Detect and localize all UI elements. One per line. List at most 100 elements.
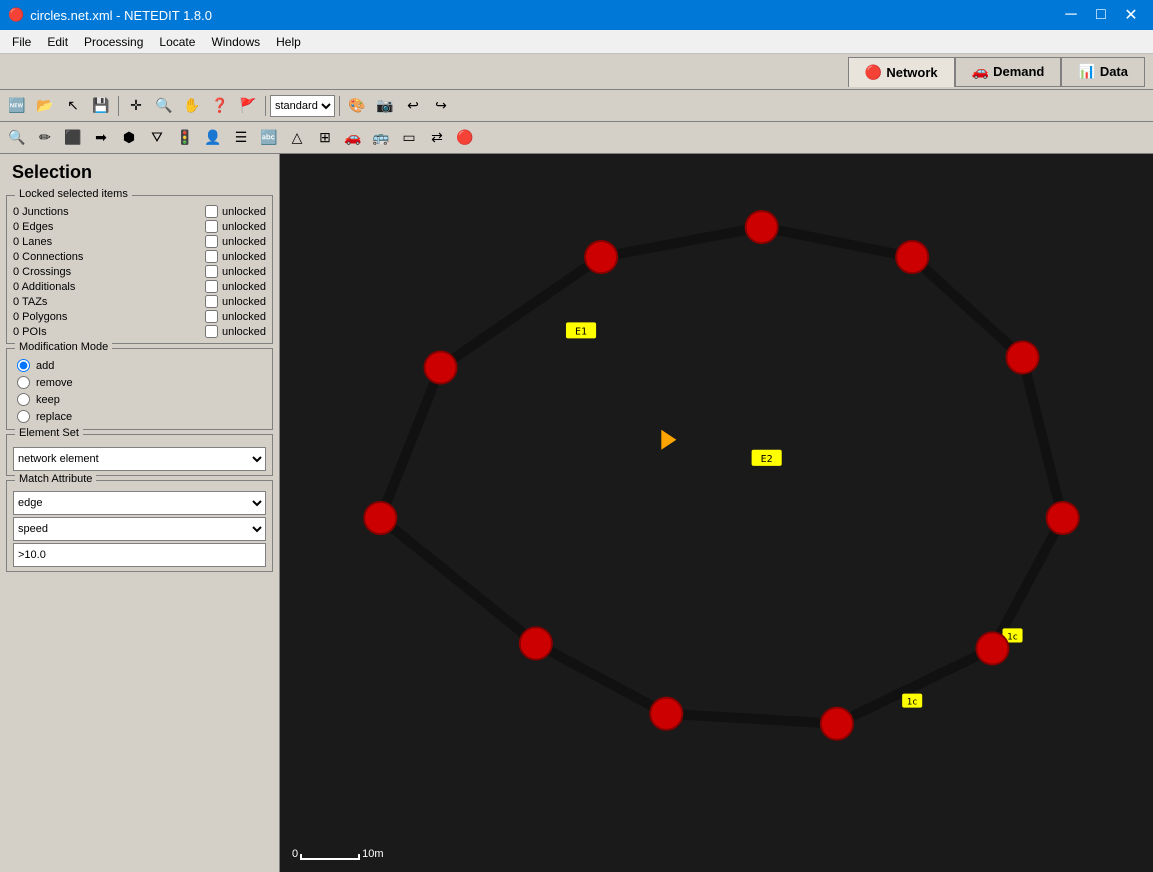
radio-replace-input[interactable]	[17, 410, 30, 423]
car-btn[interactable]: 🚗	[340, 125, 366, 151]
maximize-button[interactable]: □	[1087, 1, 1115, 29]
rect-btn[interactable]: ▭	[396, 125, 422, 151]
additional-unlock: unlocked	[222, 281, 266, 293]
menu-windows[interactable]: Windows	[203, 33, 268, 51]
minimize-button[interactable]: ─	[1057, 1, 1085, 29]
nav-tabs: 🔴 Network 🚗 Demand 📊 Data	[0, 54, 1153, 90]
tab-demand-label: Demand	[993, 64, 1044, 79]
node-topleft[interactable]	[424, 351, 456, 383]
node-topright[interactable]	[746, 211, 778, 243]
stop-btn[interactable]: 🔴	[452, 125, 478, 151]
radio-keep-label: keep	[36, 394, 60, 406]
text-btn[interactable]: 🔤	[256, 125, 282, 151]
eraser-btn[interactable]: ✏	[32, 125, 58, 151]
yield-btn[interactable]: ⛛	[144, 125, 170, 151]
lines-btn[interactable]: ☰	[228, 125, 254, 151]
net-btn[interactable]: ⬛	[60, 125, 86, 151]
node-bottomright[interactable]	[976, 632, 1008, 664]
menu-processing[interactable]: Processing	[76, 33, 151, 51]
element-set-title: Element Set	[15, 427, 83, 439]
scale-bar: 0 10m	[292, 848, 384, 860]
tab-data[interactable]: 📊 Data	[1061, 57, 1145, 87]
scale-ruler	[300, 854, 360, 860]
element-set-select[interactable]: network element	[13, 447, 266, 471]
lane-unlock: unlocked	[222, 236, 266, 248]
junction-checkbox[interactable]	[205, 205, 218, 218]
redo-button[interactable]: ↪	[428, 93, 454, 119]
match-filter-input[interactable]	[13, 543, 266, 567]
poi-unlock: unlocked	[222, 326, 266, 338]
polygon-checkbox[interactable]	[205, 310, 218, 323]
node-right[interactable]	[1006, 341, 1038, 373]
triangle-btn[interactable]: △	[284, 125, 310, 151]
crossing-checkbox[interactable]	[205, 265, 218, 278]
match-attribute-title: Match Attribute	[15, 473, 96, 485]
tab-demand[interactable]: 🚗 Demand	[955, 57, 1062, 87]
taz-checkbox[interactable]	[205, 295, 218, 308]
node-bottomleft[interactable]	[650, 698, 682, 730]
match-attribute-group: Match Attribute edge speed	[6, 480, 273, 572]
node-left[interactable]	[364, 502, 396, 534]
radio-remove: remove	[13, 374, 266, 391]
lane-checkbox[interactable]	[205, 235, 218, 248]
crossing-count: 0 Crossings	[13, 266, 71, 278]
junction-count: 0 Junctions	[13, 206, 69, 218]
match-attr2-select[interactable]: speed	[13, 517, 266, 541]
edge-checkbox[interactable]	[205, 220, 218, 233]
node-leftbottom[interactable]	[520, 627, 552, 659]
menu-help[interactable]: Help	[268, 33, 309, 51]
data-icon: 📊	[1078, 63, 1095, 80]
select-button[interactable]: ↖	[60, 93, 86, 119]
inspect-button[interactable]: ✛	[123, 93, 149, 119]
grid-btn[interactable]: ⊞	[312, 125, 338, 151]
menu-locate[interactable]: Locate	[151, 33, 203, 51]
locked-row-edges: 0 Edges unlocked	[13, 219, 266, 234]
junction-btn[interactable]: ⬢	[116, 125, 142, 151]
save-button[interactable]: 💾	[88, 93, 114, 119]
additional-count: 0 Additionals	[13, 281, 75, 293]
radio-keep-input[interactable]	[17, 393, 30, 406]
arrow-btn[interactable]: ➡	[88, 125, 114, 151]
poi-checkbox[interactable]	[205, 325, 218, 338]
close-button[interactable]: ✕	[1117, 1, 1145, 29]
connection-checkbox[interactable]	[205, 250, 218, 263]
bus-btn[interactable]: 🚌	[368, 125, 394, 151]
flag-button[interactable]: 🚩	[235, 93, 261, 119]
new-button[interactable]: 🆕	[4, 93, 30, 119]
tab-data-label: Data	[1100, 64, 1128, 79]
taz-count: 0 TAZs	[13, 296, 47, 308]
signal-btn[interactable]: 🚦	[172, 125, 198, 151]
tab-network[interactable]: 🔴 Network	[848, 57, 955, 87]
node-bottom[interactable]	[821, 708, 853, 740]
menu-edit[interactable]: Edit	[39, 33, 76, 51]
palette-button[interactable]: 🎨	[344, 93, 370, 119]
search-btn2[interactable]: 🔍	[4, 125, 30, 151]
additional-checkbox[interactable]	[205, 280, 218, 293]
panel-content[interactable]: Locked selected items 0 Junctions unlock…	[0, 187, 279, 872]
radio-replace-label: replace	[36, 411, 72, 423]
taz-unlock: unlocked	[222, 296, 266, 308]
view-selector[interactable]: standard	[270, 95, 335, 117]
person-btn[interactable]: 👤	[200, 125, 226, 151]
locked-row-connections: 0 Connections unlocked	[13, 249, 266, 264]
menu-file[interactable]: File	[4, 33, 39, 51]
open-button[interactable]: 📂	[32, 93, 58, 119]
info-button[interactable]: ❓	[207, 93, 233, 119]
node-rightbottom[interactable]	[1047, 502, 1079, 534]
node-righttop[interactable]	[896, 241, 928, 273]
zoom-button[interactable]: 🔍	[151, 93, 177, 119]
radio-add-input[interactable]	[17, 359, 30, 372]
polygon-count: 0 Polygons	[13, 311, 67, 323]
element-set-group: Element Set network element	[6, 434, 273, 476]
match-attr1-select[interactable]: edge	[13, 491, 266, 515]
undo-button[interactable]: ↩	[400, 93, 426, 119]
node-top[interactable]	[585, 241, 617, 273]
locked-items-group: Locked selected items 0 Junctions unlock…	[6, 195, 273, 344]
junction-unlock: unlocked	[222, 206, 266, 218]
move-button[interactable]: ✋	[179, 93, 205, 119]
canvas-area[interactable]: E1 E2 1c 1c 0	[280, 154, 1153, 872]
swap-btn[interactable]: ⇄	[424, 125, 450, 151]
camera-button[interactable]: 📷	[372, 93, 398, 119]
radio-remove-input[interactable]	[17, 376, 30, 389]
radio-add-label: add	[36, 360, 54, 372]
